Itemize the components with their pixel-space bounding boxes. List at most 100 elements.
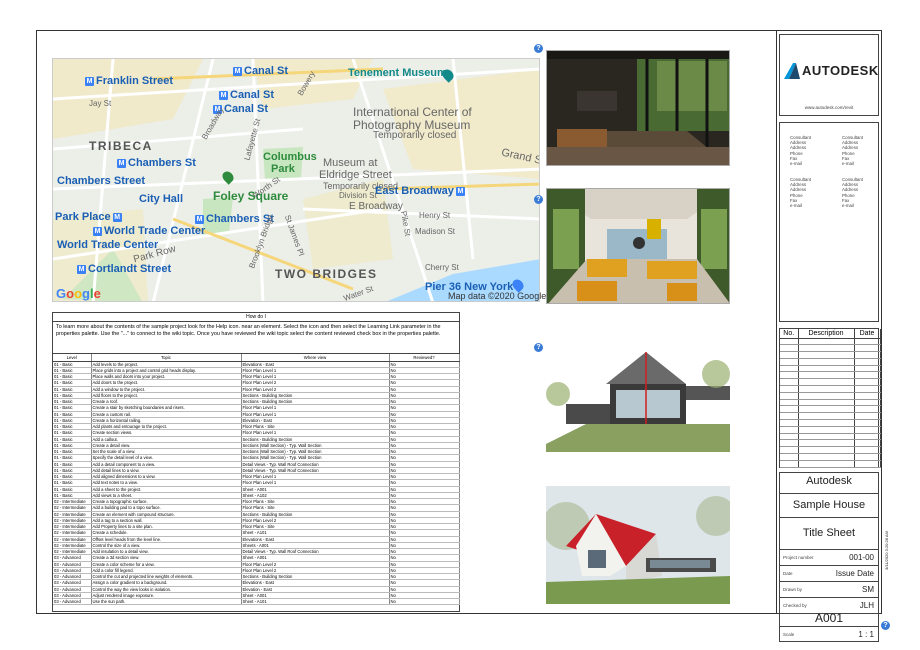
revision-row bbox=[780, 338, 881, 346]
consultant-block: Consultant Address Address Phone Fax e-mail bbox=[842, 135, 863, 167]
map-label-division: Division St bbox=[339, 191, 377, 200]
map-label-icp-closed: Temporarily closed bbox=[373, 130, 457, 141]
field-project-number: Project number 001-00 bbox=[780, 549, 878, 565]
map-label-jay: Jay St bbox=[89, 99, 112, 108]
project-info-panel: Autodesk Sample House Title Sheet Projec… bbox=[779, 472, 879, 642]
schedule-column-header: Topic bbox=[91, 354, 242, 362]
subway-icon: M bbox=[77, 264, 86, 274]
table-row: 03 - Advanced Use the sun path. Sheet - A1… bbox=[53, 598, 460, 606]
subway-icon: M bbox=[93, 226, 102, 236]
map-label-madison: Madison St bbox=[415, 227, 456, 236]
revision-row bbox=[780, 351, 881, 359]
revision-row bbox=[780, 392, 881, 400]
subway-icon: M bbox=[219, 90, 228, 100]
map-label-city-hall[interactable]: City Hall bbox=[139, 193, 183, 205]
sheet-title: Title Sheet bbox=[802, 527, 856, 539]
revision-row bbox=[780, 446, 881, 455]
map-attribution: Map data ©2020 Google bbox=[448, 291, 547, 301]
revision-schedule: No. Description Date bbox=[779, 328, 881, 468]
revision-row bbox=[780, 405, 881, 414]
help-icon[interactable]: ? bbox=[534, 195, 543, 204]
map-label-east-broadway[interactable]: East Broadway M bbox=[375, 185, 467, 197]
table-cell: 02 - Intermediate bbox=[53, 504, 92, 512]
consultant-block: Consultant Address Address Phone Fax e-mail bbox=[790, 135, 811, 167]
revision-row bbox=[780, 426, 881, 434]
subway-icon: M bbox=[85, 76, 94, 86]
map-label-eldridge-2: Eldridge Street bbox=[319, 169, 392, 181]
map-label-columbus-2: Park bbox=[271, 163, 295, 175]
map-label-franklin[interactable]: M Franklin Street bbox=[85, 75, 173, 87]
revision-row bbox=[780, 453, 881, 461]
render-exterior bbox=[546, 486, 730, 604]
map-label-wtc-1[interactable]: M World Trade Center bbox=[93, 225, 205, 237]
table-cell: 02 - Intermediate bbox=[53, 523, 92, 531]
revision-row bbox=[780, 371, 881, 380]
map-label-henry: Henry St bbox=[419, 211, 451, 220]
revision-row bbox=[780, 365, 881, 373]
table-cell: 02 - Intermediate bbox=[53, 517, 92, 525]
logo-panel: AUTODESK www.autodesk.com/revit bbox=[779, 34, 879, 116]
field-drawn-by: Drawn by SM bbox=[780, 581, 878, 597]
autodesk-url: www.autodesk.com/revit bbox=[804, 105, 854, 110]
subway-icon: M bbox=[112, 212, 122, 222]
autodesk-logo-icon bbox=[784, 63, 800, 79]
map-label-e-broadway: E Broadway bbox=[349, 201, 403, 212]
subway-icon: M bbox=[117, 158, 126, 168]
table-cell: 02 - Intermediate bbox=[53, 542, 92, 550]
table-cell: 03 - Advanced bbox=[53, 598, 92, 606]
map-label-chambers-1[interactable]: M Chambers St bbox=[117, 157, 196, 169]
revision-header-date: Date bbox=[854, 329, 881, 339]
print-timestamp: 3/11/2020 3:20:28 AM bbox=[884, 531, 889, 570]
company-name: Autodesk bbox=[806, 475, 852, 487]
table-cell: 02 - Intermediate bbox=[53, 536, 92, 543]
field-date: Date Issue Date bbox=[780, 565, 878, 581]
map-label-wtc-2[interactable]: World Trade Center bbox=[57, 239, 158, 251]
table-cell: 02 - Intermediate bbox=[53, 529, 92, 537]
render-interior-living bbox=[546, 188, 730, 304]
revision-row bbox=[780, 399, 881, 407]
google-logo: Google bbox=[56, 286, 101, 301]
schedule-column-header: Reviewed? bbox=[389, 354, 460, 362]
schedule-header-row: Level Topic Where view Reviewed? bbox=[53, 354, 460, 362]
subway-icon: M bbox=[195, 214, 204, 224]
map-label-foley: Foley Square bbox=[213, 189, 289, 203]
map-label-canal-2[interactable]: M Canal St bbox=[219, 89, 274, 101]
revision-row bbox=[780, 460, 881, 468]
revision-row bbox=[780, 433, 881, 441]
map-label-park-place[interactable]: Park Place M bbox=[55, 211, 124, 223]
table-cell: 02 - Intermediate bbox=[53, 511, 92, 518]
map-label-chambers-street[interactable]: Chambers Street bbox=[57, 175, 145, 187]
help-icon[interactable]: ? bbox=[881, 621, 890, 630]
revision-row bbox=[780, 385, 881, 393]
table-cell: 02 - Intermediate bbox=[53, 498, 92, 506]
autodesk-brand: AUTODESK bbox=[802, 63, 879, 78]
map[interactable]: M Franklin Street M Canal St Tenement Muse… bbox=[52, 58, 540, 302]
how-do-i-schedule: How do I To learn more about the content… bbox=[52, 312, 460, 612]
sheet-number: A001 bbox=[814, 611, 844, 625]
revision-row bbox=[780, 378, 881, 387]
revision-header-description: Description bbox=[798, 329, 855, 339]
revision-row bbox=[780, 344, 881, 353]
map-label-cherry: Cherry St bbox=[425, 263, 459, 272]
schedule-column-header: Where view bbox=[241, 354, 390, 362]
map-label-cortlandt[interactable]: M Cortlandt Street bbox=[77, 263, 171, 275]
schedule-title: How do I bbox=[53, 313, 459, 322]
map-label-eldridge-1: Museum at bbox=[323, 157, 378, 169]
map-label-canal-1[interactable]: M Canal St bbox=[233, 65, 288, 77]
map-label-tribeca: TRIBECA bbox=[89, 139, 153, 153]
field-scale: Scale 1 : 1 bbox=[780, 626, 878, 642]
map-label-columbus-1: Columbus bbox=[263, 151, 317, 163]
revision-row bbox=[780, 412, 881, 421]
revision-header-no: No. bbox=[780, 329, 799, 339]
render-interior-kitchen bbox=[546, 50, 730, 166]
render-section-perspective bbox=[546, 334, 730, 452]
help-icon[interactable]: ? bbox=[534, 44, 543, 53]
schedule-description: To learn more about the contents of the … bbox=[53, 322, 459, 354]
table-cell: Use the sun path. bbox=[91, 598, 242, 606]
map-label-tenement[interactable]: Tenement Museum bbox=[348, 67, 447, 79]
table-cell: No bbox=[389, 598, 460, 606]
help-icon[interactable]: ? bbox=[534, 343, 543, 352]
table-cell: 02 - Intermediate bbox=[53, 548, 92, 556]
revision-row bbox=[780, 419, 881, 427]
map-label-icp-1: International Center of bbox=[353, 105, 472, 119]
